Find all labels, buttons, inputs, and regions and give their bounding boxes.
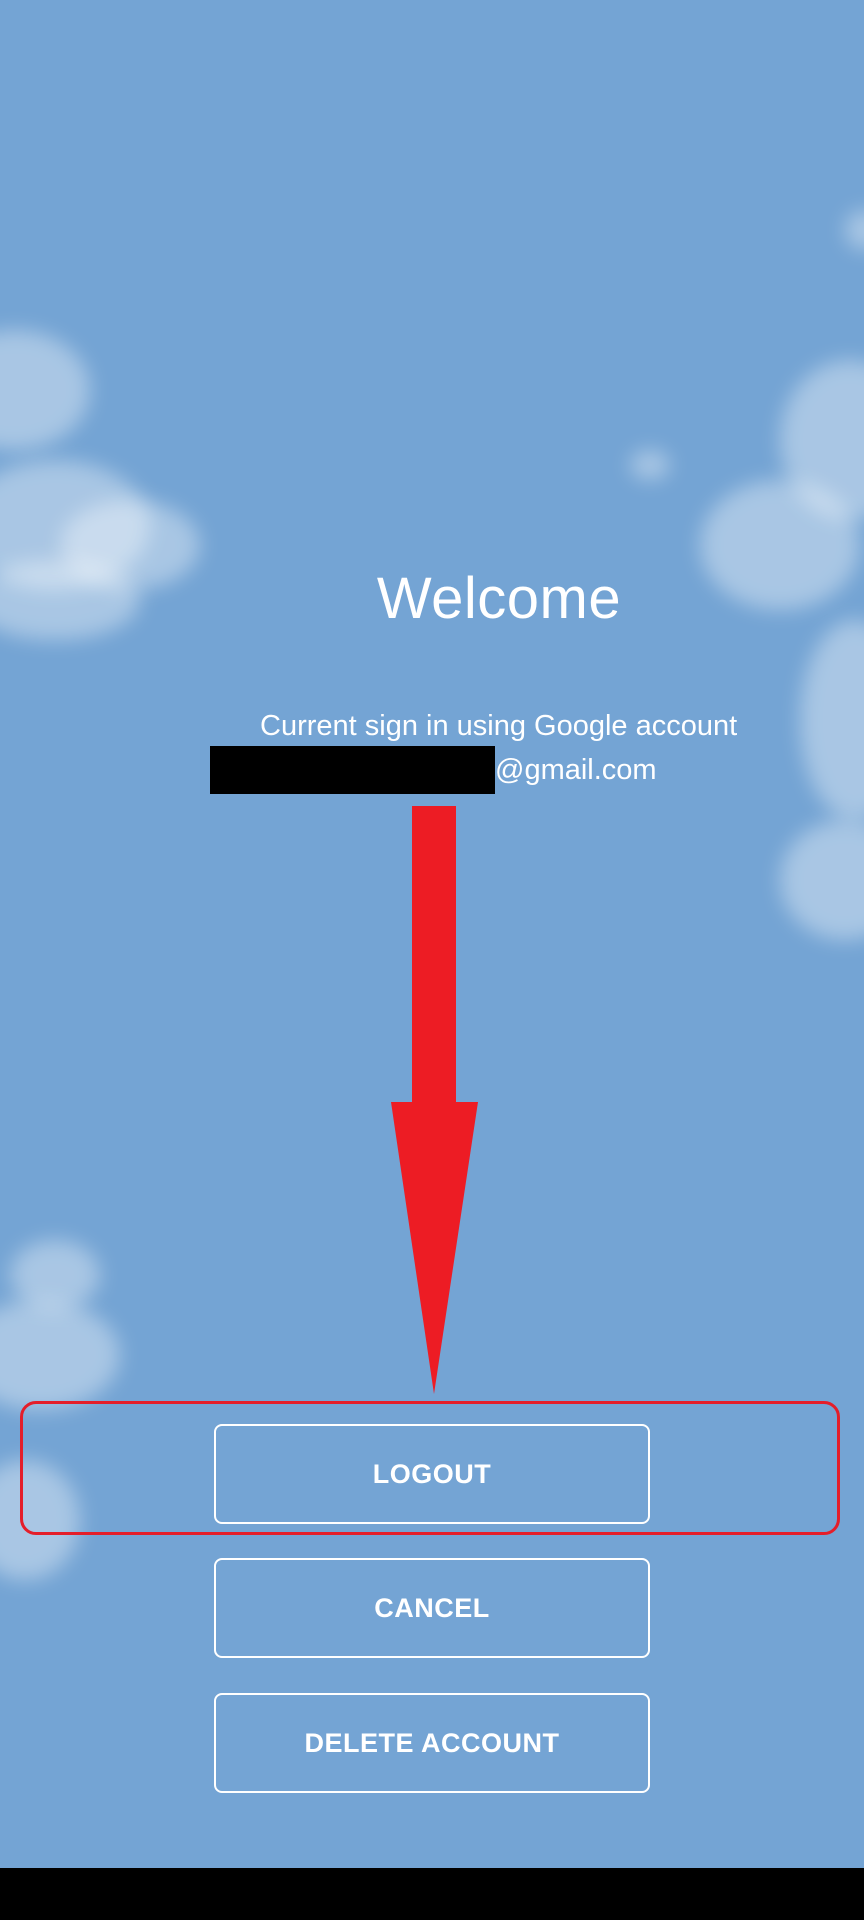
cloud-decoration xyxy=(780,820,864,940)
account-email: @gmail.com xyxy=(210,746,657,794)
arrow-shaft xyxy=(412,806,456,1102)
cloud-decoration xyxy=(10,1240,100,1310)
cloud-decoration xyxy=(845,210,864,250)
email-suffix: @gmail.com xyxy=(495,753,657,786)
account-info-text: Current sign in using Google account xyxy=(260,710,738,742)
down-arrow-annotation xyxy=(391,806,478,1394)
cloud-decoration xyxy=(0,1300,120,1410)
cloud-decoration xyxy=(0,330,90,450)
cloud-decoration xyxy=(800,620,864,820)
system-navigation-bar xyxy=(0,1868,864,1920)
redacted-email-block xyxy=(210,746,495,794)
logout-button[interactable]: LOGOUT xyxy=(214,1424,650,1524)
cloud-decoration xyxy=(630,450,670,480)
arrow-head xyxy=(391,1102,478,1394)
welcome-title: Welcome xyxy=(376,566,622,631)
cancel-button[interactable]: CANCEL xyxy=(214,1558,650,1658)
delete-account-button[interactable]: DELETE ACCOUNT xyxy=(214,1693,650,1793)
